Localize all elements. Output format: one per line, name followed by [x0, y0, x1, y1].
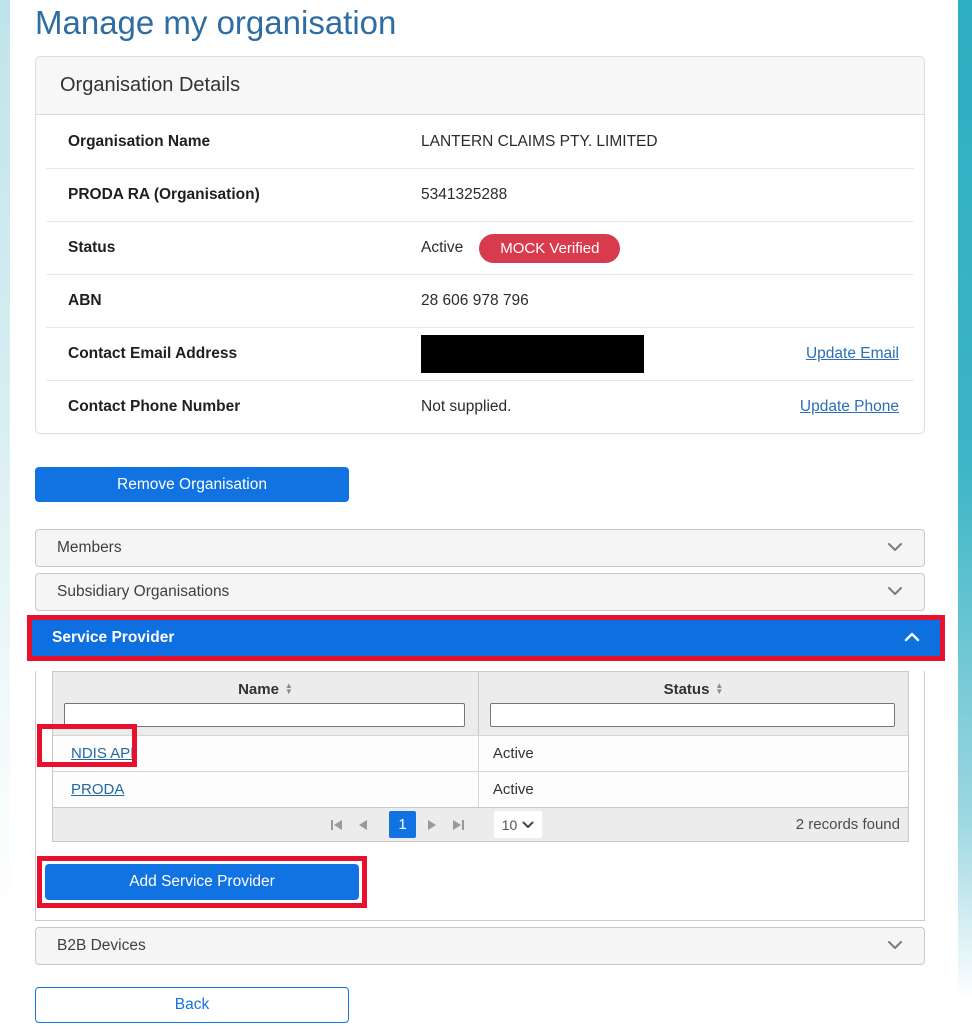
redacted-email-value	[421, 335, 644, 373]
table-cell-status: Active	[478, 736, 908, 771]
accordion-service-provider-label: Service Provider	[52, 629, 174, 647]
table-footer: 1 10 2 records found	[53, 807, 908, 841]
table-cell-status: Active	[478, 772, 908, 807]
accordion-service-provider[interactable]: Service Provider	[32, 620, 940, 656]
column-status-label: Status	[664, 681, 710, 698]
background-strip-right	[958, 0, 972, 1030]
detail-value: 28 606 978 796	[421, 292, 914, 310]
annotation-highlight-service-provider: Service Provider	[27, 615, 945, 661]
page-title: Manage my organisation	[35, 2, 925, 42]
service-provider-table-wrap: Name ▲▼ Status ▲▼	[52, 671, 909, 842]
records-found-text: 2 records found	[796, 816, 900, 833]
accordion-members-label: Members	[57, 539, 122, 557]
table-header: Name ▲▼ Status ▲▼	[53, 672, 908, 735]
proda-link[interactable]: PRODA	[71, 781, 124, 798]
main-content: Manage my organisation Organisation Deta…	[10, 0, 958, 1030]
organisation-details-card: Organisation Details Organisation Name L…	[35, 56, 925, 434]
sort-icon[interactable]: ▲▼	[715, 683, 723, 695]
last-page-button[interactable]	[452, 819, 465, 831]
detail-label: Contact Phone Number	[68, 398, 421, 416]
detail-value: Update Email	[421, 335, 914, 373]
table-row-proda: PRODA Active	[53, 771, 908, 807]
service-provider-panel: Name ▲▼ Status ▲▼	[35, 671, 925, 921]
detail-row-organisation-name: Organisation Name LANTERN CLAIMS PTY. LI…	[46, 115, 914, 168]
phone-value: Not supplied.	[421, 398, 511, 416]
page-size-value: 10	[502, 817, 518, 833]
back-button[interactable]: Back	[35, 987, 349, 1023]
page-1-button[interactable]: 1	[389, 811, 416, 838]
organisation-details-header: Organisation Details	[36, 57, 924, 115]
first-page-button[interactable]	[330, 819, 343, 831]
next-page-button[interactable]	[427, 819, 437, 831]
service-provider-table: Name ▲▼ Status ▲▼	[52, 671, 909, 842]
column-header-status[interactable]: Status ▲▼	[478, 672, 908, 735]
accordion-members[interactable]: Members	[35, 529, 925, 567]
table-cell-name: NDIS API	[53, 736, 478, 771]
chevron-down-icon	[887, 539, 903, 557]
detail-label: ABN	[68, 292, 421, 310]
chevron-up-icon	[904, 629, 920, 647]
accordion-list: Members Subsidiary Organisations Service…	[35, 529, 925, 965]
accordion-subsidiary-organisations[interactable]: Subsidiary Organisations	[35, 573, 925, 611]
detail-label: Status	[68, 239, 421, 257]
column-header-name[interactable]: Name ▲▼	[53, 672, 478, 735]
detail-value: Not supplied. Update Phone	[421, 398, 914, 416]
detail-value: LANTERN CLAIMS PTY. LIMITED	[421, 133, 914, 151]
table-row-ndis-api: NDIS API Active	[53, 735, 908, 771]
status-value: Active	[421, 239, 463, 257]
name-filter-input[interactable]	[64, 703, 465, 727]
detail-label: Contact Email Address	[68, 345, 421, 363]
annotation-highlight-add-service-provider: Add Service Provider	[37, 856, 367, 908]
detail-value: Active MOCK Verified	[421, 234, 914, 263]
sort-icon[interactable]: ▲▼	[285, 683, 293, 695]
ndis-api-link[interactable]: NDIS API	[71, 745, 134, 762]
accordion-b2b-devices[interactable]: B2B Devices	[35, 927, 925, 965]
table-cell-name: PRODA	[53, 772, 478, 807]
detail-label: PRODA RA (Organisation)	[68, 186, 421, 204]
update-email-link[interactable]: Update Email	[806, 345, 899, 363]
status-filter-input[interactable]	[490, 703, 895, 727]
detail-label: Organisation Name	[68, 133, 421, 151]
accordion-subsidiary-label: Subsidiary Organisations	[57, 583, 229, 601]
remove-organisation-button[interactable]: Remove Organisation	[35, 467, 349, 502]
prev-page-button[interactable]	[358, 819, 368, 831]
add-service-provider-button[interactable]: Add Service Provider	[45, 864, 359, 900]
detail-row-contact-phone: Contact Phone Number Not supplied. Updat…	[46, 380, 914, 433]
page-size-select[interactable]: 10	[494, 811, 542, 838]
detail-value: 5341325288	[421, 186, 914, 204]
accordion-b2b-label: B2B Devices	[57, 937, 146, 955]
chevron-down-icon	[887, 937, 903, 955]
background-strip-left	[0, 0, 10, 1030]
chevron-down-icon	[522, 821, 534, 829]
chevron-down-icon	[887, 583, 903, 601]
update-phone-link[interactable]: Update Phone	[800, 398, 899, 416]
detail-row-status: Status Active MOCK Verified	[46, 221, 914, 274]
column-name-label: Name	[238, 681, 279, 698]
detail-row-contact-email: Contact Email Address Update Email	[46, 327, 914, 380]
status-badge: MOCK Verified	[479, 234, 620, 263]
detail-row-proda-ra: PRODA RA (Organisation) 5341325288	[46, 168, 914, 221]
detail-row-abn: ABN 28 606 978 796	[46, 274, 914, 327]
